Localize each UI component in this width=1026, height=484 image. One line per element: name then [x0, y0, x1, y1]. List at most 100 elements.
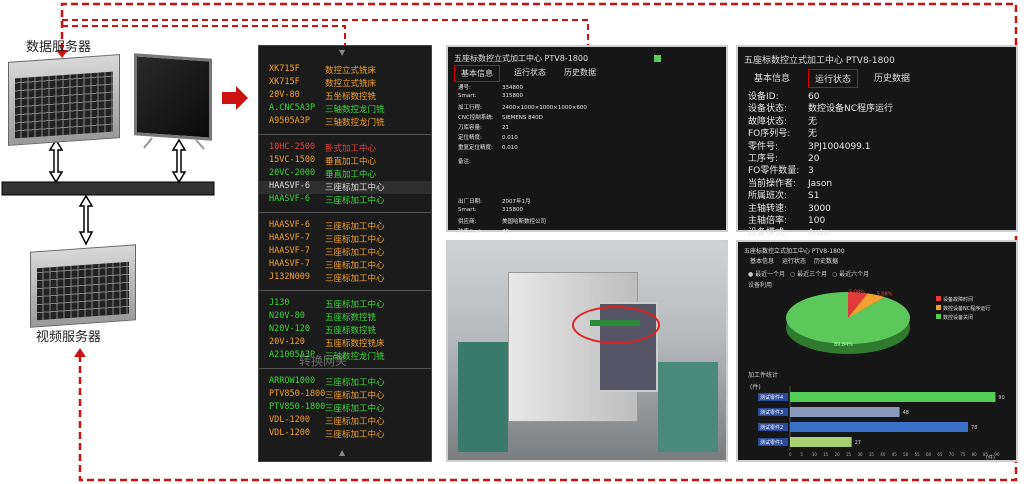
basic-info-panel: 五座标数控立式加工中心 PTV8-1800 基本信息 运行状态 历史数据 通号:…: [446, 45, 728, 235]
info-row: Smart: 315800: [458, 207, 628, 213]
run-status-panel: 五座标数控立式加工中心 PTV8-1800 基本信息 运行状态 历史数据 设备I…: [736, 45, 1018, 238]
machine-list-item[interactable]: HAASVF-7 三座标加工中心: [259, 259, 431, 272]
group-divider: [259, 134, 431, 135]
machine-type: 五坐标数控铣: [325, 92, 377, 102]
tab-run-status[interactable]: 运行状态: [808, 69, 859, 88]
status-value: 无: [808, 116, 818, 127]
machine-code: VDL-1200: [269, 428, 310, 438]
machine-type: 垂直加工中心: [325, 170, 377, 180]
x-tick-label: 30: [857, 452, 863, 457]
info-key: 重复定位精度:: [458, 145, 493, 151]
machine-list-item[interactable]: ARROW1000 三座标加工中心: [259, 376, 431, 389]
radio-recent-1m[interactable]: ● 最近一个月: [748, 269, 785, 278]
machine-list-item[interactable]: N20V-120 五座标数控铣: [259, 324, 431, 337]
info-key: 定位精度:: [458, 135, 482, 141]
machine-type: 三座标加工中心: [325, 391, 385, 401]
info-key: CNC控制系统:: [458, 115, 494, 121]
machine-list-item[interactable]: HAASVF-6 三座标加工中心: [259, 194, 431, 207]
machine-list-item[interactable]: HAASVF-7 三座标加工中心: [259, 233, 431, 246]
video-server-icon: [30, 244, 136, 328]
machine-list-item[interactable]: 20VC-2000 垂直加工中心: [259, 168, 431, 181]
machine-list-item[interactable]: VDL-1200 三座标加工中心: [259, 415, 431, 428]
info-row: 重复定位精度: 0.010: [458, 143, 628, 151]
machine-list-item[interactable]: 10HC-2500 卧式加工中心: [259, 142, 431, 155]
tab-history[interactable]: 历史数据: [868, 69, 916, 86]
pie-legend-item: 设备故障时间: [936, 296, 990, 303]
machine-code: XK715F: [269, 64, 300, 74]
tab-basic-info[interactable]: 基本信息: [454, 65, 500, 82]
info-value: 21: [502, 125, 509, 131]
status-value: Auto: [808, 228, 829, 239]
pie-legend-item: 数控设备NC程序运行: [936, 305, 990, 312]
x-tick-label: 40: [880, 452, 886, 457]
machine-list-item[interactable]: VDL-1200 三座标加工中心: [259, 428, 431, 441]
machine-list-item[interactable]: PTV850-1800 三座标加工中心: [259, 402, 431, 415]
info-value: 2400×1000×1000×1000×600: [502, 105, 587, 111]
info-row: Smart: 315800: [458, 93, 628, 99]
legend-swatch: [936, 296, 941, 301]
legend-swatch: [936, 305, 941, 310]
machine-list-item[interactable]: A9505A3P 三轴数控龙门铣: [259, 116, 431, 129]
machine-list-item[interactable]: XK715F 数控立式铣床: [259, 77, 431, 90]
radio-recent-3m[interactable]: ○ 最近三个月: [790, 269, 827, 278]
info-value: 334800: [502, 85, 523, 91]
machine-list-item[interactable]: PTV850-1800 三座标加工中心: [259, 389, 431, 402]
tab-history[interactable]: 历史数据: [808, 254, 844, 267]
machine-type: 三座标加工中心: [325, 378, 385, 388]
machine-code: 20V-80: [269, 90, 300, 100]
legend-label: 设备故障时间: [943, 297, 974, 303]
machine-list-item[interactable]: XK715F 数控立式铣床: [259, 64, 431, 77]
info-value: 315800: [502, 93, 523, 99]
status-row: 故障状态: 无: [748, 114, 918, 127]
machine-code: XK715F: [269, 77, 300, 87]
info-row: 供应商: 美国哈斯数控公司: [458, 217, 628, 225]
status-value: 无: [808, 129, 818, 140]
machine-list-item[interactable]: HAASVF-6 三座标加工中心: [259, 181, 431, 194]
machine-code: ARROW1000: [269, 376, 316, 386]
scroll-down-icon[interactable]: ▲: [339, 448, 345, 457]
machine-list-item[interactable]: 20V-120 五座标数控铣床: [259, 337, 431, 350]
machine-list-item[interactable]: J132N009 三座标加工中心: [259, 272, 431, 285]
status-row: 设备ID: 60: [748, 89, 918, 102]
machine-type: 五座标数控铣: [325, 326, 377, 336]
x-tick-label: 75: [960, 452, 966, 457]
bar-value-label: 78: [971, 425, 977, 431]
bar: [790, 407, 900, 417]
radio-recent-6m[interactable]: ○ 最近六个月: [832, 269, 869, 278]
status-row: 设备模式: Auto: [748, 225, 918, 238]
status-key: 零件号:: [748, 141, 779, 152]
machine-code: HAASVF-6: [269, 194, 310, 204]
machine-list-item[interactable]: A.CNC5A3P 三轴数控龙门铣: [259, 103, 431, 116]
info-key: 通号:: [458, 85, 471, 91]
x-tick-label: 55: [915, 452, 921, 457]
factory-video-panel: [446, 240, 728, 462]
info-row: 加工行程: 2400×1000×1000×1000×600: [458, 103, 628, 111]
machine-type: 五座标数控铣: [325, 313, 377, 323]
machine-list-item[interactable]: HAASVF-6 三座标加工中心: [259, 220, 431, 233]
x-tick-label: 90: [994, 452, 1000, 457]
machine-list-item[interactable]: 15VC-1500 垂直加工中心: [259, 155, 431, 168]
tab-run-status[interactable]: 运行状态: [776, 254, 812, 267]
pie-slice-label: 89.84%: [834, 342, 853, 348]
machine-type: 三座标加工中心: [325, 417, 385, 427]
tab-basic-info[interactable]: 基本信息: [744, 254, 780, 267]
machine-list-item[interactable]: N20V-80 五座标数控铣: [259, 311, 431, 324]
status-row: FO零件数量: 3: [748, 163, 918, 176]
x-tick-label: 25: [846, 452, 852, 457]
category-label: 测试零件2: [760, 424, 783, 431]
x-tick-label: 65: [937, 452, 943, 457]
info-row: 刀库容量: 21: [458, 123, 628, 131]
machine-cabinet-right: [658, 362, 718, 452]
tab-history[interactable]: 历史数据: [558, 65, 602, 80]
legend-label: 数控设备关闭: [943, 315, 974, 321]
utilization-pie-chart: 5.08% 5.08% 89.84%: [786, 290, 910, 354]
machine-code: 20VC-2000: [269, 168, 316, 178]
machine-list-item[interactable]: HAASVF-7 三座标加工中心: [259, 246, 431, 259]
tab-run-status[interactable]: 运行状态: [508, 65, 552, 80]
tab-basic-info[interactable]: 基本信息: [748, 69, 796, 86]
machine-list-item[interactable]: J130 五座标加工中心: [259, 298, 431, 311]
x-tick-label: 10: [812, 452, 818, 457]
machine-list-item[interactable]: 20V-80 五坐标数控铣: [259, 90, 431, 103]
scroll-up-icon[interactable]: ▼: [339, 48, 345, 57]
machine-type: 三座标加工中心: [325, 430, 385, 440]
